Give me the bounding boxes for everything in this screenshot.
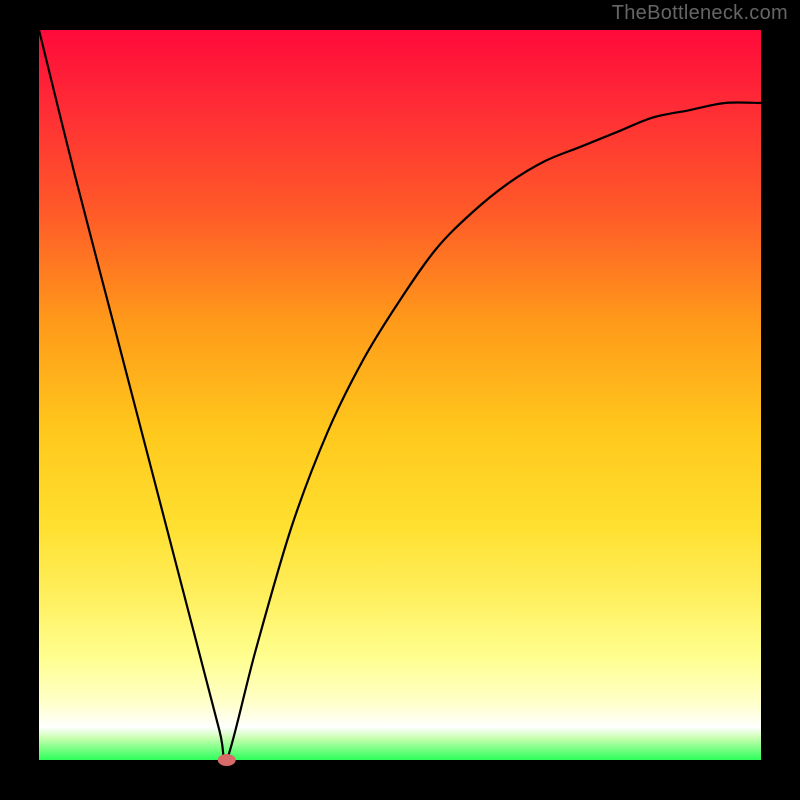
optimum-marker [218, 754, 236, 766]
chart-svg [0, 0, 800, 800]
heat-gradient-area [39, 30, 761, 760]
chart-frame: TheBottleneck.com [0, 0, 800, 800]
